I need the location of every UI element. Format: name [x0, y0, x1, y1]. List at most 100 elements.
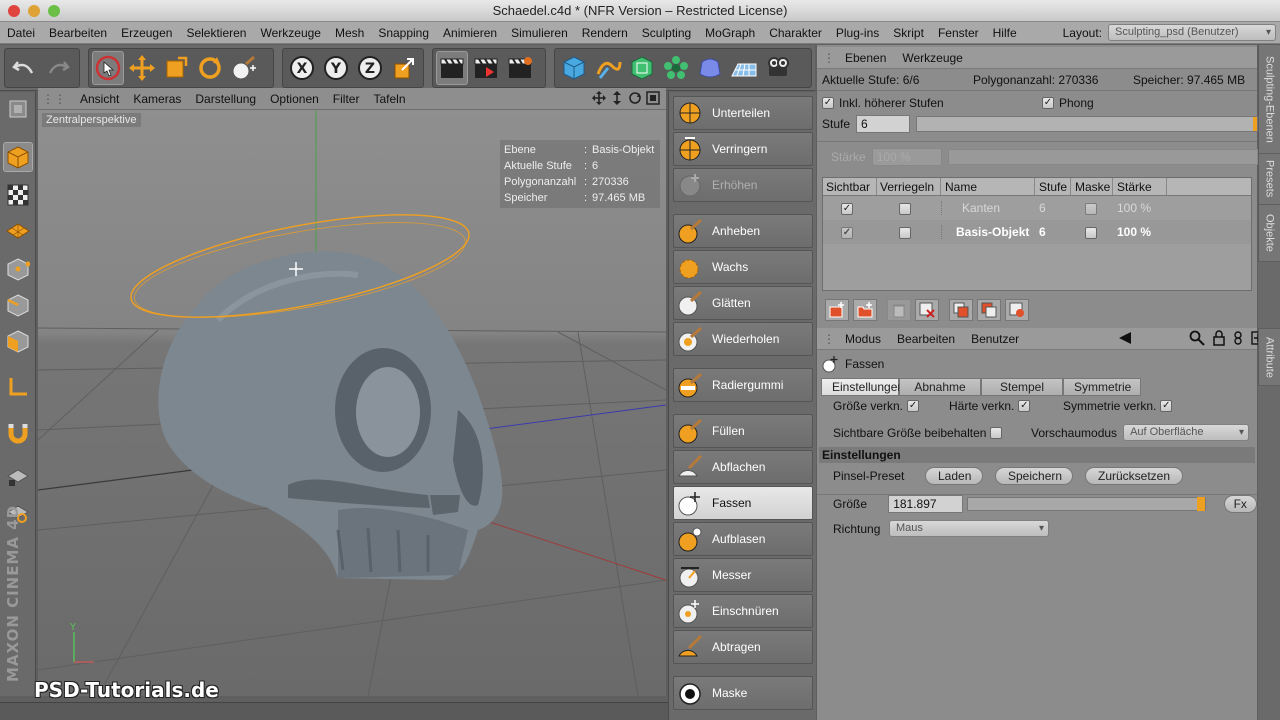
col-sichtbar[interactable]: Sichtbar [823, 178, 877, 195]
tool-einschnueren[interactable]: Einschnüren [673, 594, 813, 628]
direction-select[interactable]: Maus [889, 520, 1049, 537]
camera-button[interactable] [762, 51, 794, 85]
col-verriegeln[interactable]: Verriegeln [877, 178, 941, 195]
tab-ebenen[interactable]: Ebenen [837, 51, 894, 65]
tab-symmetrie[interactable]: Symmetrie [1063, 378, 1141, 396]
include-higher-checkbox[interactable]: ✓ [822, 97, 834, 109]
tab-sculpting-ebenen[interactable]: Sculpting-Ebenen [1258, 45, 1280, 153]
texture-mode-button[interactable] [3, 180, 33, 210]
viewport-menu-tafeln[interactable]: Tafeln [366, 92, 412, 106]
lock-checkbox[interactable] [899, 226, 911, 239]
size-slider-handle[interactable] [1196, 497, 1205, 511]
phong-checkbox[interactable]: ✓ [1042, 97, 1054, 109]
sculpt-brush-button[interactable] [228, 51, 260, 85]
add-layer-button[interactable] [825, 299, 849, 321]
viewport-rotate-icon[interactable] [628, 91, 642, 105]
viewport-dolly-icon[interactable] [610, 91, 624, 105]
hardness-link-checkbox[interactable]: ✓ [1018, 400, 1031, 412]
render-settings-button[interactable] [504, 51, 536, 85]
attr-menu-bearbeiten[interactable]: Bearbeiten [889, 332, 963, 346]
deformer-button[interactable] [694, 51, 726, 85]
array-button[interactable] [660, 51, 692, 85]
edges-mode-button[interactable] [3, 290, 33, 320]
menu-rendern[interactable]: Rendern [575, 26, 635, 40]
tab-objekte[interactable]: Objekte [1258, 205, 1280, 261]
floor-button[interactable] [728, 51, 760, 85]
polygons-mode-button[interactable] [3, 326, 33, 356]
level-slider-handle[interactable] [1253, 117, 1258, 131]
menu-plugins[interactable]: Plug-ins [829, 26, 886, 40]
tab-presets[interactable]: Presets [1258, 154, 1280, 204]
menu-erzeugen[interactable]: Erzeugen [114, 26, 179, 40]
menu-mesh[interactable]: Mesh [328, 26, 371, 40]
menu-skript[interactable]: Skript [886, 26, 931, 40]
mask-checkbox[interactable] [1085, 202, 1097, 215]
section-header[interactable]: Einstellungen [819, 447, 1255, 463]
table-row[interactable]: ✓ Kanten 6 100 % [823, 196, 1251, 220]
viewport-pan-icon[interactable] [592, 91, 606, 105]
tool-anheben[interactable]: Anheben [673, 214, 813, 248]
tool-aufblasen[interactable]: Aufblasen [673, 522, 813, 556]
viewport-menu-kameras[interactable]: Kameras [126, 92, 188, 106]
tab-abnahme[interactable]: Abnahme [899, 378, 981, 396]
load-preset-button[interactable]: Laden [925, 467, 983, 485]
back-arrow-icon[interactable] [1117, 330, 1133, 346]
z-axis-button[interactable]: Z [354, 51, 386, 85]
layer-name[interactable]: Basis-Objekt [941, 225, 1035, 239]
layer-name[interactable]: Kanten [941, 201, 1035, 215]
tool-maske[interactable]: Maske [673, 676, 813, 710]
visible-checkbox[interactable]: ✓ [841, 202, 853, 215]
menu-selektieren[interactable]: Selektieren [179, 26, 253, 40]
undo-button[interactable] [8, 51, 40, 85]
spline-button[interactable] [592, 51, 624, 85]
preview-mode-select[interactable]: Auf Oberfläche [1123, 424, 1250, 441]
tab-attribute[interactable]: Attribute [1258, 329, 1280, 385]
save-preset-button[interactable]: Speichern [995, 467, 1073, 485]
viewport-menu-optionen[interactable]: Optionen [263, 92, 326, 106]
col-stufe[interactable]: Stufe [1035, 178, 1071, 195]
merge-layers-button[interactable] [977, 299, 1001, 321]
layout-select[interactable]: Sculpting_psd (Benutzer) [1108, 24, 1276, 41]
coordinate-system-button[interactable] [388, 51, 420, 85]
delete-layer-button[interactable] [887, 299, 911, 321]
search-icon[interactable] [1189, 330, 1205, 346]
reset-preset-button[interactable]: Zurücksetzen [1085, 467, 1183, 485]
tool-abtragen[interactable]: Abtragen [673, 630, 813, 664]
menu-werkzeuge[interactable]: Werkzeuge [253, 26, 327, 40]
tool-unterteilen[interactable]: Unterteilen [673, 96, 813, 130]
tool-wiederholen[interactable]: Wiederholen [673, 322, 813, 356]
menu-mograph[interactable]: MoGraph [698, 26, 762, 40]
col-staerke[interactable]: Stärke [1113, 178, 1167, 195]
visible-checkbox[interactable]: ✓ [841, 226, 853, 239]
tab-einstellungen[interactable]: Einstellungen [821, 378, 904, 396]
mask-checkbox[interactable] [1085, 226, 1097, 239]
menu-fenster[interactable]: Fenster [931, 26, 986, 40]
redo-button[interactable] [42, 51, 74, 85]
link-icon[interactable] [1233, 330, 1243, 346]
menu-sculpting[interactable]: Sculpting [635, 26, 698, 40]
minimize-window-button[interactable] [28, 5, 40, 17]
snapping-button[interactable] [3, 418, 33, 448]
tool-wachs[interactable]: Wachs [673, 250, 813, 284]
lock-checkbox[interactable] [899, 202, 911, 215]
tool-verringern[interactable]: Verringern [673, 132, 813, 166]
cube-button[interactable] [558, 51, 590, 85]
size-link-checkbox[interactable]: ✓ [907, 400, 920, 412]
workplane-button[interactable] [3, 216, 33, 246]
tool-erhoehen[interactable]: Erhöhen [673, 168, 813, 202]
viewport-maximize-icon[interactable] [646, 91, 660, 105]
col-name[interactable]: Name [941, 178, 1035, 195]
attr-menu-modus[interactable]: Modus [837, 332, 889, 346]
scale-button[interactable] [160, 51, 192, 85]
menu-animieren[interactable]: Animieren [436, 26, 504, 40]
menu-hilfe[interactable]: Hilfe [986, 26, 1024, 40]
symmetry-link-checkbox[interactable]: ✓ [1160, 400, 1173, 412]
viewport-solo-button[interactable] [3, 94, 33, 124]
lock-icon[interactable] [1213, 330, 1225, 346]
attr-menu-benutzer[interactable]: Benutzer [963, 332, 1027, 346]
points-mode-button[interactable] [3, 254, 33, 284]
viewport-menu-filter[interactable]: Filter [326, 92, 367, 106]
menu-charakter[interactable]: Charakter [762, 26, 829, 40]
rotate-button[interactable] [194, 51, 226, 85]
tool-fassen[interactable]: Fassen [673, 486, 813, 520]
